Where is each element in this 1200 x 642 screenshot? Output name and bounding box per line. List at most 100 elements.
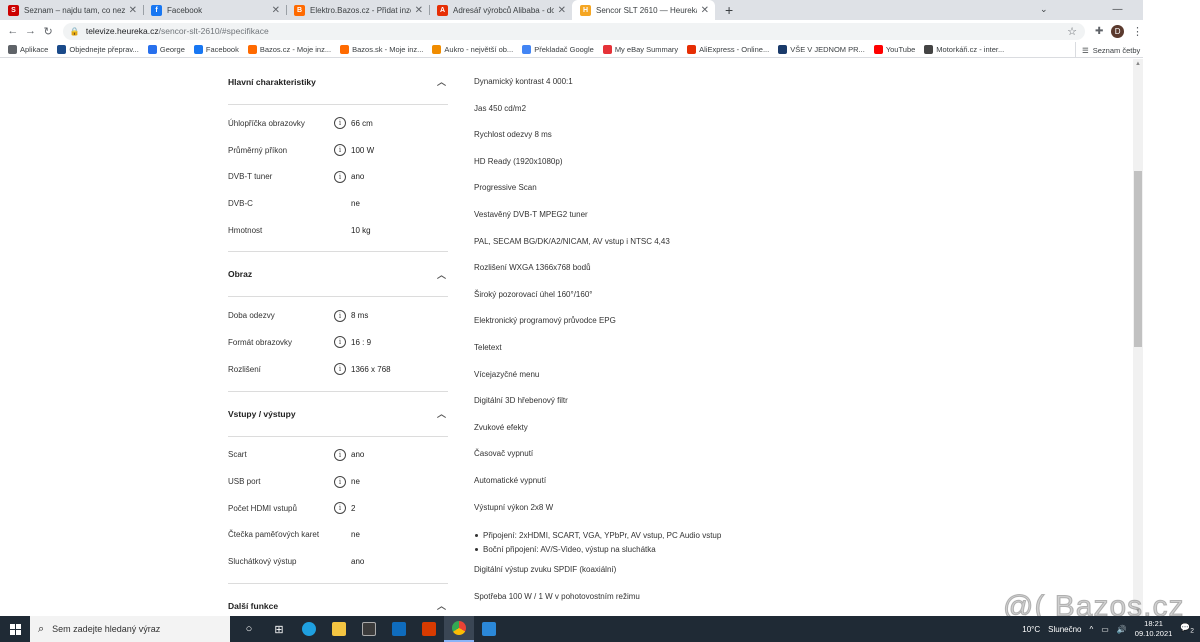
tab-close-icon[interactable]: ✕ xyxy=(701,5,709,16)
feature-item: Vestavěný DVB-T MPEG2 tuner xyxy=(474,209,588,219)
widgets-icon[interactable]: ⊞ xyxy=(264,616,294,642)
info-icon[interactable]: i xyxy=(334,448,346,461)
info-icon[interactable]: i xyxy=(334,475,346,488)
spec-value: 8 ms xyxy=(351,311,369,321)
tab-close-icon[interactable]: ✕ xyxy=(129,5,137,16)
info-icon[interactable]: i xyxy=(334,170,346,183)
office-icon[interactable] xyxy=(414,616,444,642)
profile-avatar[interactable]: D xyxy=(1111,24,1124,38)
spec-label: Formát obrazovky xyxy=(228,337,293,347)
spec-row: Doba odezvy i 8 ms xyxy=(228,302,448,329)
bookmark-item[interactable]: Motorkáři.cz - inter... xyxy=(924,45,1004,54)
back-icon[interactable]: ← xyxy=(6,25,20,37)
info-icon[interactable]: i xyxy=(334,336,346,349)
feature-item: Rozlišení WXGA 1366x768 bodů xyxy=(474,263,591,273)
new-tab-button[interactable]: + xyxy=(715,0,743,20)
bookmark-item[interactable]: Překladač Google xyxy=(522,45,594,54)
feature-item: Spotřeba 100 W / 1 W v pohotovostním rež… xyxy=(474,591,640,601)
chrome-icon[interactable] xyxy=(444,616,474,642)
spec-label: Hmotnost xyxy=(228,225,263,235)
bookmark-star-icon[interactable]: ☆ xyxy=(1067,25,1077,38)
browser-tab[interactable]: B Elektro.Bazos.cz - Přidat inzerát ✕ xyxy=(286,0,429,20)
browser-tab[interactable]: H Sencor SLT 2610 — Heureka.cz ✕ xyxy=(572,0,715,20)
info-icon[interactable]: i xyxy=(334,144,346,157)
photos-icon[interactable] xyxy=(474,616,504,642)
browser-tab[interactable]: f Facebook ✕ xyxy=(143,0,286,20)
info-icon[interactable]: i xyxy=(334,502,346,515)
weather-text[interactable]: Slunečno xyxy=(1048,625,1081,634)
aliexpress-icon xyxy=(687,45,697,54)
spec-row: DVB-T tuner i ano xyxy=(228,163,448,190)
extensions-icon[interactable]: ✚ xyxy=(1095,26,1103,37)
reading-list-button[interactable]: ☰ Seznam četby xyxy=(1075,42,1140,58)
volume-icon[interactable]: 🔊 xyxy=(1117,625,1127,634)
feature-list: Dynamický kontrast 4 000:1 Jas 450 cd/m2 R… xyxy=(474,76,994,616)
mail-icon[interactable] xyxy=(384,616,414,642)
tab-search-icon[interactable]: ⌄ xyxy=(1040,0,1048,18)
chevron-up-icon[interactable]: ︿ xyxy=(437,407,446,420)
aukro-icon xyxy=(432,45,442,54)
spec-value: ne xyxy=(351,477,360,487)
bookmark-item[interactable]: George xyxy=(147,45,185,54)
info-icon[interactable]: i xyxy=(334,117,346,130)
url-input[interactable]: 🔒 televize.heureka.cz/sencor-slt-2610/#s… xyxy=(62,22,1085,40)
file-explorer-icon[interactable] xyxy=(324,616,354,642)
notifications-icon[interactable]: 💬2 xyxy=(1180,623,1194,635)
tab-close-icon[interactable]: ✕ xyxy=(415,5,423,16)
info-icon[interactable]: i xyxy=(334,363,346,376)
spec-section-header[interactable]: Hlavní charakteristiky ︿ xyxy=(228,59,448,105)
tray-chevron-icon[interactable]: ^ xyxy=(1089,625,1093,634)
window-gutter xyxy=(1143,0,1200,616)
reload-icon[interactable]: ↻ xyxy=(41,25,55,38)
bookmark-item[interactable]: YouTube xyxy=(873,45,915,54)
tab-title: Adresář výrobců Alibaba - dodav xyxy=(453,5,554,15)
bookmark-item[interactable]: Objednejte přeprav... xyxy=(57,45,139,54)
chevron-up-icon[interactable]: ︿ xyxy=(437,268,446,281)
bookmark-item[interactable]: VŠE V JEDNOM PR... xyxy=(778,45,865,54)
edge-icon[interactable] xyxy=(294,616,324,642)
spec-list: Scart i ano USB port i ne Počet HDMI vstupů i 2 Č… xyxy=(228,437,448,583)
scroll-thumb[interactable] xyxy=(1134,171,1142,347)
minimize-icon[interactable]: — xyxy=(1101,0,1134,20)
lock-icon[interactable]: 🔒 xyxy=(70,27,80,36)
weather-temp[interactable]: 10°C xyxy=(1022,625,1040,634)
clock[interactable]: 18:21 09.10.2021 xyxy=(1135,619,1173,639)
bookmark-item[interactable]: Aplikace xyxy=(8,45,48,54)
taskbar-search-placeholder: Sem zadejte hledaný výraz xyxy=(52,624,161,634)
bookmark-item[interactable]: My eBay Summary xyxy=(602,45,678,54)
spec-value: 10 kg xyxy=(351,225,371,235)
bookmark-item[interactable]: Bazos.cz - Moje inz... xyxy=(247,45,331,54)
chevron-up-icon[interactable]: ︿ xyxy=(437,75,446,88)
chevron-up-icon[interactable]: ︿ xyxy=(437,599,446,612)
bookmark-item[interactable]: Facebook xyxy=(193,45,239,54)
bookmark-item[interactable]: Aukro - největší ob... xyxy=(432,45,513,54)
store-icon[interactable] xyxy=(354,616,384,642)
tab-close-icon[interactable]: ✕ xyxy=(272,5,280,16)
spec-value: 66 cm xyxy=(351,118,373,128)
task-view-icon[interactable]: ○ xyxy=(234,616,264,642)
spec-section-header[interactable]: Další funkce ︿ xyxy=(228,582,448,616)
spec-section-header[interactable]: Vstupy / výstupy ︿ xyxy=(228,390,448,437)
system-tray: 10°C Slunečno ^ ▭ 🔊 18:21 09.10.2021 💬2 xyxy=(1014,619,1200,639)
start-button[interactable] xyxy=(0,616,30,642)
browser-tab[interactable]: S Seznam – najdu tam, co neznám ✕ xyxy=(0,0,143,20)
spec-row: Formát obrazovky i 16 : 9 xyxy=(228,329,448,356)
forward-icon[interactable]: → xyxy=(24,25,38,37)
tab-title: Sencor SLT 2610 — Heureka.cz xyxy=(596,5,697,15)
browser-tab[interactable]: A Adresář výrobců Alibaba - dodav ✕ xyxy=(429,0,572,20)
scroll-up-icon[interactable]: ▲ xyxy=(1133,59,1143,69)
tab-close-icon[interactable]: ✕ xyxy=(558,5,566,16)
info-icon[interactable]: i xyxy=(334,309,346,322)
spec-row: Hmotnosti10 kg xyxy=(228,217,448,244)
feature-bullet: Připojení: 2xHDMI, SCART, VGA, YPbPr, AV… xyxy=(474,528,994,543)
reading-list-label: Seznam četby xyxy=(1092,45,1141,55)
network-icon[interactable]: ▭ xyxy=(1101,625,1109,634)
spec-section-header[interactable]: Obraz ︿ xyxy=(228,251,448,298)
bookmark-item[interactable]: AliExpress - Online... xyxy=(687,45,769,54)
page-scrollbar[interactable]: ▲ ▼ xyxy=(1133,59,1143,616)
feature-item: PAL, SECAM BG/DK/A2/NICAM, AV vstup i NT… xyxy=(474,236,670,246)
bookmark-item[interactable]: Bazos.sk - Moje inz... xyxy=(340,45,423,54)
taskbar-search[interactable]: ⌕ Sem zadejte hledaný výraz xyxy=(30,616,230,642)
bookmark-label: Překladač Google xyxy=(534,45,594,54)
browser-menu-icon[interactable]: ⋮ xyxy=(1132,25,1143,38)
